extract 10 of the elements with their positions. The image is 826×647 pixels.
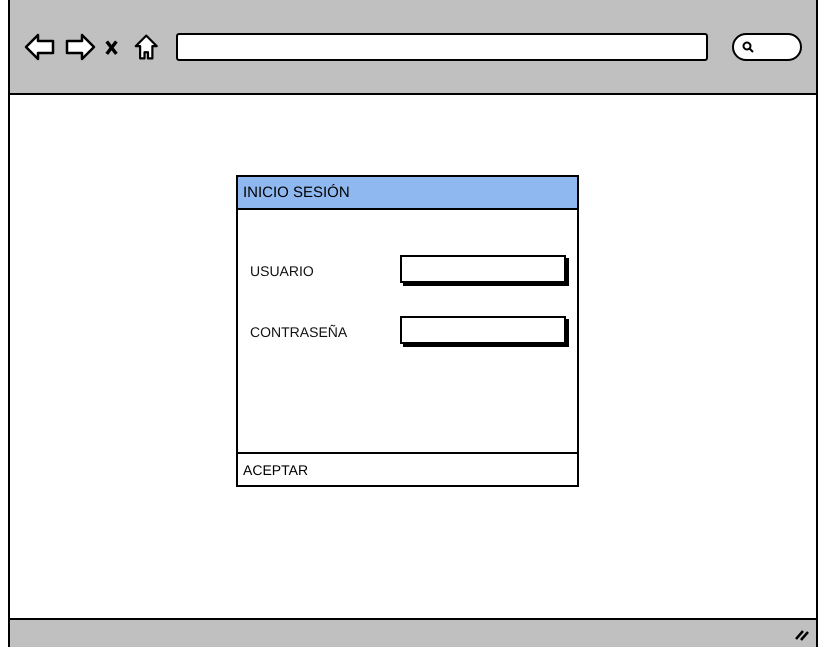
search-field[interactable] <box>732 32 802 60</box>
field-label: CONTRASEÑA <box>250 324 348 340</box>
dialog-title: INICIO SESIÓN <box>238 177 577 210</box>
back-icon[interactable] <box>24 30 56 62</box>
forward-icon[interactable] <box>64 30 96 62</box>
input-field[interactable] <box>400 255 566 283</box>
input-field[interactable] <box>400 316 566 344</box>
address-bar[interactable] <box>176 32 708 60</box>
search-icon <box>742 40 754 52</box>
field-label: USUARIO <box>250 263 314 279</box>
